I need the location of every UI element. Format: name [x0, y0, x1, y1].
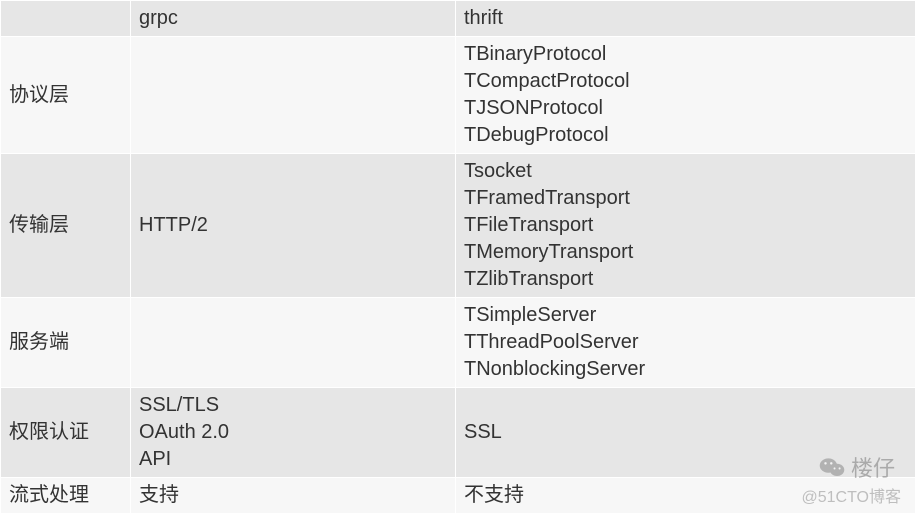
table-row: 流式处理 支持 不支持 — [1, 478, 915, 514]
cell-thrift: Tsocket TFramedTransport TFileTransport … — [456, 154, 915, 298]
table-row: 协议层 TBinaryProtocol TCompactProtocol TJS… — [1, 37, 915, 154]
comparison-table: grpc thrift 协议层 TBinaryProtocol TCompact… — [0, 0, 915, 514]
header-thrift: thrift — [456, 1, 915, 37]
row-label: 服务端 — [1, 298, 131, 388]
header-blank — [1, 1, 131, 37]
table-row: 传输层 HTTP/2 Tsocket TFramedTransport TFil… — [1, 154, 915, 298]
cell-grpc: HTTP/2 — [131, 154, 456, 298]
cell-grpc — [131, 298, 456, 388]
cell-grpc — [131, 37, 456, 154]
table-header-row: grpc thrift — [1, 1, 915, 37]
cell-thrift: 不支持 — [456, 478, 915, 514]
cell-thrift: TBinaryProtocol TCompactProtocol TJSONPr… — [456, 37, 915, 154]
row-label: 协议层 — [1, 37, 131, 154]
cell-grpc: 支持 — [131, 478, 456, 514]
cell-thrift: TSimpleServer TThreadPoolServer TNonbloc… — [456, 298, 915, 388]
row-label: 流式处理 — [1, 478, 131, 514]
row-label: 传输层 — [1, 154, 131, 298]
row-label: 权限认证 — [1, 388, 131, 478]
cell-thrift: SSL — [456, 388, 915, 478]
cell-grpc: SSL/TLS OAuth 2.0 API — [131, 388, 456, 478]
table-row: 服务端 TSimpleServer TThreadPoolServer TNon… — [1, 298, 915, 388]
header-grpc: grpc — [131, 1, 456, 37]
table-row: 权限认证 SSL/TLS OAuth 2.0 API SSL — [1, 388, 915, 478]
